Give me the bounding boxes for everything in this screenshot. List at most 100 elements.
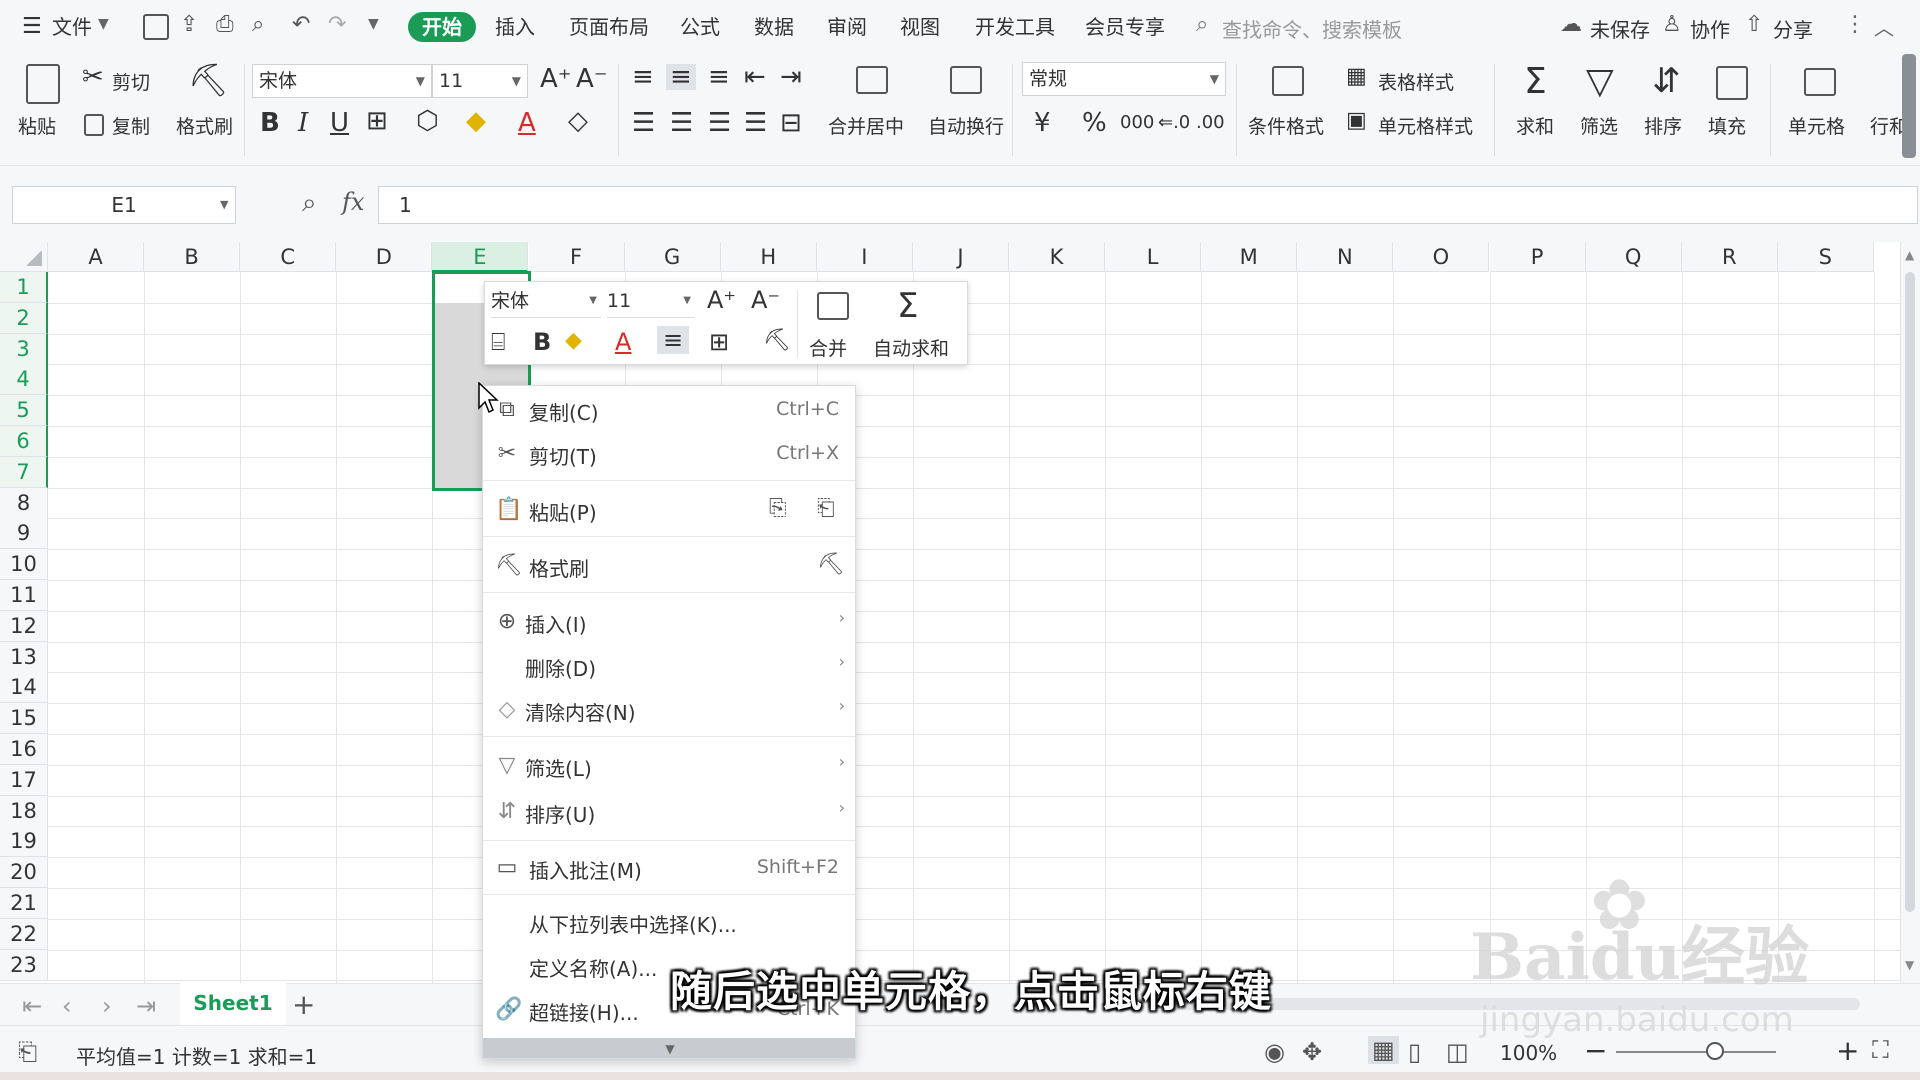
first-sheet-icon[interactable]: ⇤ (22, 992, 42, 1020)
fx-icon[interactable]: fx (342, 188, 364, 216)
add-sheet-icon[interactable]: + (292, 988, 315, 1021)
sum-button[interactable]: 求和 (1516, 112, 1554, 139)
row-header-6[interactable]: 6 (0, 426, 48, 457)
column-header-r[interactable]: R (1681, 242, 1778, 272)
fill-color-icon[interactable]: ◆ (565, 328, 582, 353)
decrease-decimal-icon[interactable]: .00 (1196, 114, 1225, 132)
format-painter-lock-icon[interactable]: ⛏ (817, 552, 845, 577)
sum-icon[interactable]: Σ (1524, 64, 1547, 100)
table-style-icon[interactable]: ▦ (1346, 66, 1367, 88)
row-header-3[interactable]: 3 (0, 333, 48, 365)
cell-icon[interactable] (1804, 68, 1836, 96)
menu-item-insert[interactable]: ⊕ 插入(I) › (483, 600, 855, 644)
menu-item-insert-comment[interactable]: ▭ 插入批注(M) Shift+F2 (483, 846, 855, 890)
export-icon[interactable]: ⇪ (180, 12, 198, 37)
paste-icon[interactable] (26, 64, 60, 104)
column-header-d[interactable]: D (336, 242, 433, 272)
search-command-input[interactable]: 查找命令、搜索模板 (1222, 14, 1402, 43)
fill-color-icon[interactable]: ◆ (466, 108, 486, 134)
tab-view[interactable]: 视图 (900, 12, 940, 42)
menu-item-copy[interactable]: ⧉ 复制(C) Ctrl+C (483, 388, 855, 432)
autosum-button[interactable]: 自动求和 (873, 334, 949, 361)
menu-item-sort[interactable]: ⇵ 排序(U) › (483, 790, 855, 834)
wrap-text-icon[interactable] (950, 66, 982, 94)
currency-icon[interactable]: ¥ (1034, 110, 1051, 136)
zoom-level[interactable]: 100% (1500, 1041, 1557, 1065)
indent-decrease-icon[interactable]: ⇤ (744, 64, 766, 90)
row-header-20[interactable]: 20 (0, 857, 48, 889)
menu-scroll-down[interactable]: ▼ (483, 1038, 855, 1058)
border-icon[interactable]: ⊞ (366, 108, 388, 134)
page-break-view-icon[interactable]: ◫ (1446, 1038, 1469, 1066)
row-header-12[interactable]: 12 (0, 610, 48, 642)
row-header-15[interactable]: 15 (0, 703, 48, 735)
merge-button[interactable]: 合并 (809, 334, 847, 361)
menu-item-pick-from-list[interactable]: 从下拉列表中选择(K)... (483, 900, 855, 944)
hamburger-icon[interactable]: ☰ (22, 14, 42, 39)
tab-member[interactable]: 会员专享 (1085, 12, 1165, 42)
fill-shape-icon[interactable]: ⬡ (416, 108, 439, 134)
column-header-o[interactable]: O (1393, 242, 1490, 272)
chevron-down-icon[interactable]: ▼ (220, 198, 228, 211)
tab-data[interactable]: 数据 (754, 12, 794, 42)
menu-item-delete[interactable]: 删除(D) › (483, 644, 855, 688)
collapse-ribbon-icon[interactable]: ︿ (1874, 12, 1894, 41)
column-header-g[interactable]: G (624, 242, 721, 272)
tab-formula[interactable]: 公式 (680, 12, 720, 42)
cell-style-icon[interactable]: ▣ (1346, 110, 1367, 132)
file-menu[interactable]: 文件 (52, 12, 92, 42)
tab-developer[interactable]: 开发工具 (975, 12, 1055, 42)
merge-center-icon[interactable] (856, 66, 888, 94)
align-left-icon[interactable]: ☰ (632, 110, 655, 136)
menu-item-format-painter[interactable]: ⛏ 格式刷 ⛏ (483, 544, 855, 588)
decrease-font-icon[interactable]: A⁻ (576, 66, 608, 92)
row-header-5[interactable]: 5 (0, 395, 48, 427)
mini-font-name-select[interactable]: 宋体 ▼ (491, 286, 601, 318)
column-header-j[interactable]: J (912, 242, 1009, 272)
wrap-text-icon[interactable]: ⌸ (491, 328, 505, 356)
column-header-i[interactable]: I (816, 242, 913, 272)
indent-increase-icon[interactable]: ⇥ (780, 64, 802, 90)
column-header-b[interactable]: B (144, 242, 241, 272)
align-center-icon[interactable]: ☰ (670, 110, 693, 136)
row-header-10[interactable]: 10 (0, 549, 48, 581)
read-mode-icon[interactable]: ✥ (1302, 1038, 1322, 1066)
conditional-format-icon[interactable] (1272, 66, 1304, 96)
formula-input[interactable]: 1 (378, 186, 1918, 224)
column-header-p[interactable]: P (1489, 242, 1586, 272)
column-header-c[interactable]: C (240, 242, 337, 272)
quick-access-more-icon[interactable]: ▼ (368, 16, 379, 32)
search-icon[interactable]: ⌕ (1196, 12, 1208, 37)
paste-button[interactable]: 粘贴 (18, 112, 56, 139)
font-color-icon[interactable]: A (615, 328, 631, 356)
copy-icon[interactable] (84, 114, 104, 136)
font-size-select[interactable]: 11 ▼ (432, 64, 528, 98)
font-color-icon[interactable]: A (518, 110, 536, 136)
prev-sheet-icon[interactable]: ‹ (62, 992, 72, 1020)
column-header-m[interactable]: M (1201, 242, 1298, 272)
column-header-q[interactable]: Q (1585, 242, 1682, 272)
column-header-l[interactable]: L (1105, 242, 1202, 272)
clear-format-icon[interactable]: ◇ (568, 108, 588, 134)
menu-item-clear[interactable]: ◇ 清除内容(N) › (483, 688, 855, 732)
justify-icon[interactable]: ☰ (744, 110, 767, 136)
next-sheet-icon[interactable]: › (102, 992, 112, 1020)
merge-icon[interactable] (817, 292, 849, 320)
sort-icon[interactable]: ⇵ (1652, 64, 1681, 98)
unsaved-status[interactable]: 未保存 (1590, 14, 1650, 43)
table-style-button[interactable]: 表格样式 (1378, 68, 1454, 95)
row-header-22[interactable]: 22 (0, 918, 48, 950)
scissors-icon[interactable]: ✂ (82, 64, 104, 90)
zoom-slider[interactable] (1616, 1051, 1776, 1053)
percent-icon[interactable]: % (1082, 110, 1107, 136)
tab-insert[interactable]: 插入 (495, 12, 535, 42)
save-icon[interactable] (143, 14, 169, 40)
increase-decimal-icon[interactable]: ⇐.0 (1158, 114, 1190, 132)
row-header-18[interactable]: 18 (0, 795, 48, 827)
zoom-slider-thumb[interactable] (1706, 1042, 1724, 1060)
align-right-icon[interactable]: ☰ (708, 110, 731, 136)
column-header-s[interactable]: S (1777, 242, 1874, 272)
font-name-select[interactable]: 宋体 ▼ (252, 64, 432, 98)
format-painter-button[interactable]: 格式刷 (176, 112, 233, 139)
increase-font-icon[interactable]: A⁺ (707, 286, 736, 314)
